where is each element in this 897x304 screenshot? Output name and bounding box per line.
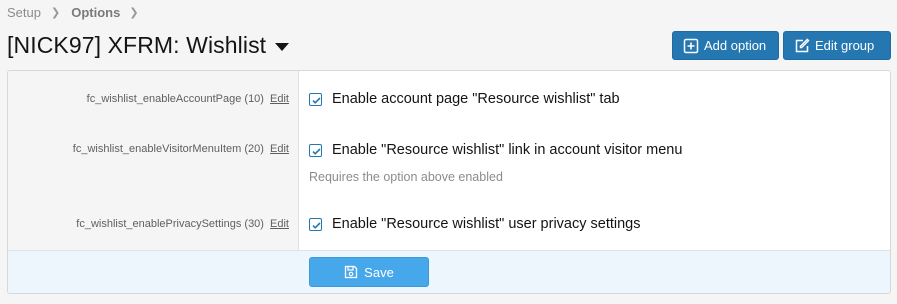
plus-square-icon	[683, 38, 699, 54]
option-id-text: fc_wishlist_enablePrivacySettings (30)	[76, 218, 264, 230]
form-footer: Save	[8, 250, 890, 293]
option-label[interactable]: Enable "Resource wishlist" user privacy …	[332, 216, 640, 232]
edit-group-button[interactable]: Edit group	[783, 31, 891, 60]
option-label[interactable]: Enable account page "Resource wishlist" …	[332, 91, 620, 107]
chevron-right-icon: ❯	[50, 7, 61, 19]
option-label[interactable]: Enable "Resource wishlist" link in accou…	[332, 142, 682, 158]
breadcrumb-setup[interactable]: Setup	[7, 5, 41, 20]
save-button[interactable]: Save	[309, 257, 429, 287]
option-row: Enable account page "Resource wishlist" …	[309, 91, 620, 107]
option-id-label: fc_wishlist_enablePrivacySettings (30) E…	[76, 218, 289, 230]
edit-option-link[interactable]: Edit	[270, 93, 289, 105]
edit-icon	[794, 37, 810, 54]
enable-privacy-settings-checkbox[interactable]	[309, 217, 322, 231]
breadcrumb: Setup ❯ Options ❯	[7, 5, 139, 20]
page-title[interactable]: [NICK97] XFRM: Wishlist	[7, 32, 290, 59]
chevron-right-icon: ❯	[129, 7, 139, 19]
option-id-label: fc_wishlist_enableAccountPage (10) Edit	[87, 93, 289, 105]
breadcrumb-options[interactable]: Options	[71, 5, 120, 20]
enable-account-page-checkbox[interactable]	[309, 92, 322, 106]
caret-down-icon[interactable]	[275, 42, 290, 51]
add-option-label: Add option	[704, 38, 767, 53]
enable-visitor-menu-item-checkbox[interactable]	[309, 143, 322, 157]
option-id-text: fc_wishlist_enableAccountPage (10)	[86, 93, 264, 105]
option-row: Enable "Resource wishlist" link in accou…	[309, 142, 682, 158]
add-option-button[interactable]: Add option	[672, 31, 779, 60]
edit-group-label: Edit group	[815, 38, 875, 53]
option-hint: Requires the option above enabled	[309, 170, 503, 184]
option-id-text: fc_wishlist_enableVisitorMenuItem (20)	[72, 143, 264, 155]
option-row: Enable "Resource wishlist" user privacy …	[309, 216, 640, 232]
option-id-label: fc_wishlist_enableVisitorMenuItem (20) E…	[73, 143, 289, 155]
edit-option-link[interactable]: Edit	[270, 218, 289, 230]
page-title-text: [NICK97] XFRM: Wishlist	[7, 32, 267, 58]
options-panel: fc_wishlist_enableAccountPage (10) Edit …	[7, 70, 891, 294]
edit-option-link[interactable]: Edit	[270, 143, 289, 155]
save-icon	[344, 265, 358, 279]
save-label: Save	[364, 264, 394, 280]
